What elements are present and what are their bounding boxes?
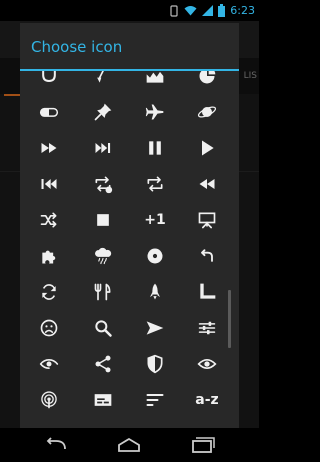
shield-icon <box>147 354 163 374</box>
sync-icon <box>42 284 56 300</box>
icon-option[interactable] <box>136 313 174 343</box>
icon-option[interactable] <box>136 97 174 127</box>
icon-option[interactable] <box>188 277 226 307</box>
pushpin-icon <box>94 103 112 121</box>
icon-option[interactable] <box>84 313 122 343</box>
sort-alpha-icon: a-z <box>195 392 219 408</box>
puzzle-icon <box>42 250 56 264</box>
icon-option[interactable] <box>30 241 68 271</box>
icon-option[interactable] <box>84 349 122 379</box>
send-icon <box>146 321 164 335</box>
icon-option[interactable] <box>136 385 174 415</box>
icon-grid-scrollbar[interactable] <box>228 290 231 348</box>
icon-option[interactable] <box>84 169 122 199</box>
presentation-icon <box>198 212 216 229</box>
icon-option[interactable] <box>84 71 122 91</box>
icon-option[interactable] <box>188 97 226 127</box>
icon-option[interactable] <box>30 97 68 127</box>
status-bar: 6:23 <box>0 0 259 21</box>
icon-option[interactable] <box>84 205 122 235</box>
magnet-icon <box>42 71 56 82</box>
share-icon <box>95 355 111 373</box>
landscape-icon <box>146 71 164 83</box>
wifi-icon <box>184 6 197 16</box>
skip-previous-icon <box>41 179 57 189</box>
icon-option[interactable] <box>188 241 226 271</box>
pill-icon <box>39 107 59 117</box>
tune-icon <box>198 321 216 335</box>
stop-icon <box>97 214 109 226</box>
airplane-icon <box>145 104 164 120</box>
vibrate-icon <box>170 4 178 17</box>
shuffle-icon <box>40 212 57 228</box>
icon-option[interactable] <box>30 313 68 343</box>
icon-option[interactable] <box>84 385 122 415</box>
back-icon <box>46 437 66 450</box>
rewind-icon <box>199 179 215 189</box>
icon-option[interactable] <box>84 133 122 163</box>
icon-option[interactable] <box>30 385 68 415</box>
sort-icon <box>146 394 164 406</box>
restaurant-icon <box>94 283 111 301</box>
planet-icon <box>197 106 217 118</box>
icon-option[interactable] <box>30 169 68 199</box>
rocket-icon <box>150 283 160 300</box>
icon-option[interactable] <box>136 277 174 307</box>
search-icon <box>95 320 112 337</box>
subtitles-icon <box>94 394 112 406</box>
home-button[interactable] <box>107 434 151 456</box>
background-tab-label: LIS <box>243 71 257 81</box>
redo-icon <box>201 249 213 262</box>
rain-cloud-icon <box>95 247 112 265</box>
icon-option[interactable] <box>136 169 174 199</box>
battery-icon <box>218 4 226 17</box>
icon-option[interactable] <box>84 241 122 271</box>
back-button[interactable] <box>34 434 78 456</box>
icon-option[interactable] <box>188 71 226 91</box>
icon-option[interactable] <box>188 133 226 163</box>
choose-icon-dialog: Choose icon +1 a-z <box>20 23 239 428</box>
icon-option[interactable] <box>188 313 226 343</box>
icon-option[interactable] <box>188 205 226 235</box>
podcast-icon <box>41 391 57 409</box>
wave-eye-icon <box>39 359 59 369</box>
icon-option[interactable] <box>30 277 68 307</box>
fast-forward-icon <box>41 143 57 153</box>
icon-option[interactable] <box>30 205 68 235</box>
icon-option[interactable] <box>136 133 174 163</box>
icon-grid[interactable]: +1 a-z <box>20 71 239 428</box>
skip-next-icon <box>95 143 111 153</box>
repeat-one-icon <box>95 176 113 194</box>
eye-icon <box>197 359 217 369</box>
icon-option[interactable] <box>188 349 226 379</box>
icon-option[interactable] <box>188 169 226 199</box>
repeat-icon <box>147 176 163 192</box>
signal-icon <box>202 5 214 16</box>
icon-option[interactable] <box>84 97 122 127</box>
sad-face-icon <box>40 319 58 337</box>
icon-option[interactable] <box>30 71 68 91</box>
icon-option[interactable] <box>84 277 122 307</box>
icon-option[interactable]: a-z <box>188 385 226 415</box>
brush-icon <box>97 71 104 83</box>
pause-icon <box>149 141 161 155</box>
icon-option[interactable] <box>136 71 174 91</box>
disc-icon <box>147 248 163 264</box>
dialog-title: Choose icon <box>31 38 123 56</box>
recents-button[interactable] <box>181 434 225 456</box>
icon-option[interactable] <box>136 241 174 271</box>
play-icon <box>202 140 214 156</box>
navigation-bar <box>0 428 259 462</box>
icon-option[interactable]: +1 <box>136 205 174 235</box>
icon-option[interactable] <box>30 133 68 163</box>
plus-one-icon: +1 <box>144 212 166 228</box>
icon-option[interactable] <box>30 349 68 379</box>
home-icon <box>118 437 140 452</box>
status-time: 6:23 <box>230 4 255 17</box>
icon-option[interactable] <box>136 349 174 379</box>
ruler-corner-icon <box>200 283 216 299</box>
recents-icon <box>192 437 215 453</box>
pie-chart-icon <box>199 71 216 84</box>
